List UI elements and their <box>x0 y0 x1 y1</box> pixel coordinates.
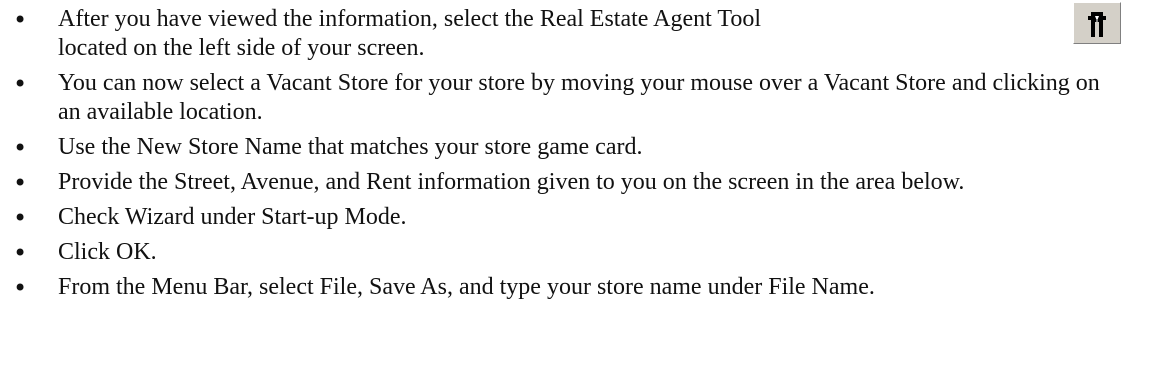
list-item: Click OK. <box>0 233 1118 268</box>
bullet-icon <box>13 134 27 163</box>
list-item-text: Provide the Street, Avenue, and Rent inf… <box>58 169 965 195</box>
real-estate-agent-tool-icon <box>1088 12 1106 37</box>
bullet-icon <box>13 70 27 99</box>
list-item-text: After you have viewed the information, s… <box>58 6 761 61</box>
list-item-text: Use the New Store Name that matches your… <box>58 134 643 160</box>
list-item: Use the New Store Name that matches your… <box>0 128 1118 163</box>
bullet-icon <box>13 274 27 303</box>
bullet-icon <box>13 239 27 268</box>
bullet-icon <box>13 204 27 233</box>
list-item-text: Click OK. <box>58 239 157 265</box>
list-item: Provide the Street, Avenue, and Rent inf… <box>0 163 1118 198</box>
bullet-icon <box>13 169 27 198</box>
list-item: Check Wizard under Start-up Mode. <box>0 198 1118 233</box>
list-item-text: Check Wizard under Start-up Mode. <box>58 204 407 230</box>
list-item: From the Menu Bar, select File, Save As,… <box>0 268 1118 303</box>
instruction-document: After you have viewed the information, s… <box>0 0 1151 384</box>
list-item: You can now select a Vacant Store for yo… <box>0 64 1118 128</box>
real-estate-agent-tool-button <box>1073 2 1121 44</box>
list-item: After you have viewed the information, s… <box>0 0 1118 64</box>
list-item-text: You can now select a Vacant Store for yo… <box>58 70 1100 125</box>
bullet-icon <box>13 6 27 35</box>
list-item-text: From the Menu Bar, select File, Save As,… <box>58 274 875 300</box>
instruction-list: After you have viewed the information, s… <box>0 0 1151 303</box>
